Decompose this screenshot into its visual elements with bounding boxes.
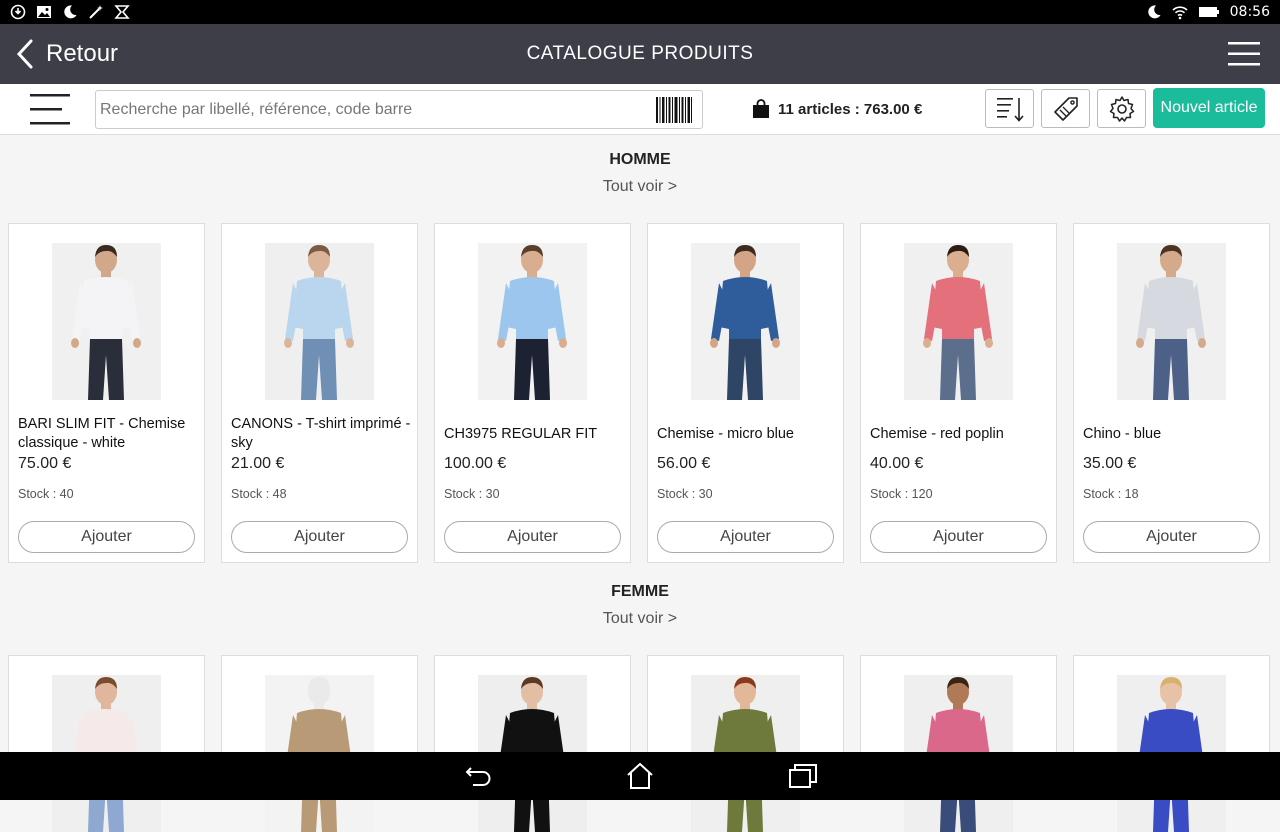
sync-icon [10, 4, 26, 20]
back-button[interactable]: Retour [14, 24, 118, 84]
product-price: 56.00 € [657, 455, 711, 472]
app-bar: Retour CATALOGUE PRODUITS [0, 24, 1280, 84]
product-photo [52, 243, 161, 400]
product-name: CANONS - T-shirt imprimé - sky [231, 416, 411, 451]
see-all-femme-link[interactable]: Tout voir > [603, 610, 677, 627]
image-icon [36, 4, 52, 20]
product-card[interactable]: BARI SLIM FIT - Chemise classique - whit… [8, 223, 205, 563]
product-stock: Stock : 48 [231, 487, 287, 501]
product-price: 100.00 € [444, 455, 507, 472]
product-price: 21.00 € [231, 455, 285, 472]
add-button[interactable]: Ajouter [657, 521, 834, 553]
gear-icon [1109, 95, 1134, 122]
product-name: Chemise - red poplin [870, 425, 1004, 442]
search-input[interactable] [100, 91, 650, 128]
back-label: Retour [46, 40, 119, 67]
product-card[interactable]: Chemise - micro blue 56.00 € Stock : 30 … [647, 223, 844, 563]
magic-wand-icon [88, 4, 104, 20]
product-card[interactable]: Chino - blue 35.00 € Stock : 18 Ajouter [1073, 223, 1270, 563]
search-box [95, 90, 703, 129]
cart-label: 11 articles : 763.00 € [778, 100, 923, 118]
product-photo [265, 243, 374, 400]
new-item-button[interactable]: Nouvel article [1153, 88, 1265, 128]
chevron-left-icon [16, 39, 33, 69]
product-name: CH3975 REGULAR FIT [444, 425, 598, 442]
recent-apps-icon[interactable] [788, 762, 818, 790]
hamburger-icon [1228, 42, 1260, 66]
section-title-homme: HOMME [609, 151, 671, 168]
product-stock: Stock : 30 [444, 487, 500, 501]
battery-icon [1198, 4, 1220, 20]
status-left-icons [10, 4, 130, 20]
add-button[interactable]: Ajouter [18, 521, 195, 553]
product-photo [691, 243, 800, 400]
moon-icon [62, 4, 78, 20]
toolbar: 11 articles : 763.00 € Nouvel article [0, 84, 1280, 135]
menu-button[interactable] [1228, 41, 1260, 67]
see-all-homme: Tout voir > [0, 178, 1280, 196]
gesture-icon [114, 4, 130, 20]
add-button[interactable]: Ajouter [444, 521, 621, 553]
price-tag-button[interactable] [1041, 89, 1090, 128]
product-photo [478, 243, 587, 400]
add-button[interactable]: Ajouter [231, 521, 408, 553]
product-name: Chemise - micro blue [657, 425, 794, 442]
status-clock: 08:56 [1229, 4, 1270, 20]
system-nav-bar [0, 752, 1280, 800]
barcode-scan-button[interactable] [656, 97, 692, 123]
product-card[interactable]: CH3975 REGULAR FIT 100.00 € Stock : 30 A… [434, 223, 631, 563]
add-button[interactable]: Ajouter [870, 521, 1047, 553]
wifi-icon [1172, 4, 1188, 20]
status-bar: 08:56 [0, 0, 1280, 24]
add-button[interactable]: Ajouter [1083, 521, 1260, 553]
barcode-icon [656, 97, 692, 123]
product-photo [904, 243, 1013, 400]
sort-icon [996, 97, 1024, 122]
cart-summary[interactable]: 11 articles : 763.00 € [752, 84, 922, 134]
product-price: 75.00 € [18, 455, 72, 472]
product-price: 40.00 € [870, 455, 924, 472]
shopping-bag-icon [753, 99, 769, 118]
product-name: Chino - blue [1083, 425, 1162, 442]
product-grid-homme: BARI SLIM FIT - Chemise classique - whit… [8, 223, 1270, 563]
tag-icon [1053, 96, 1078, 121]
product-stock: Stock : 30 [657, 487, 713, 501]
settings-button[interactable] [1097, 89, 1146, 128]
section-title-femme: FEMME [611, 583, 669, 600]
categories-menu-button[interactable] [28, 92, 72, 126]
product-stock: Stock : 18 [1083, 487, 1139, 501]
page-title: CATALOGUE PRODUITS [526, 43, 754, 64]
product-card[interactable]: CANONS - T-shirt imprimé - sky 21.00 € S… [221, 223, 418, 563]
home-icon[interactable] [625, 762, 655, 790]
product-card[interactable]: Chemise - red poplin 40.00 € Stock : 120… [860, 223, 1057, 563]
list-menu-icon [30, 94, 70, 125]
product-photo [1117, 243, 1226, 400]
product-stock: Stock : 120 [870, 487, 933, 501]
moon-icon [1146, 4, 1162, 20]
see-all-femme: Tout voir > [0, 610, 1280, 628]
sort-button[interactable] [985, 89, 1034, 128]
product-stock: Stock : 40 [18, 487, 74, 501]
product-name: BARI SLIM FIT - Chemise classique - whit… [18, 416, 186, 451]
see-all-homme-link[interactable]: Tout voir > [603, 178, 677, 195]
product-price: 35.00 € [1083, 455, 1137, 472]
status-right-icons: 08:56 [1146, 4, 1270, 20]
back-arrow-icon[interactable] [464, 762, 494, 790]
